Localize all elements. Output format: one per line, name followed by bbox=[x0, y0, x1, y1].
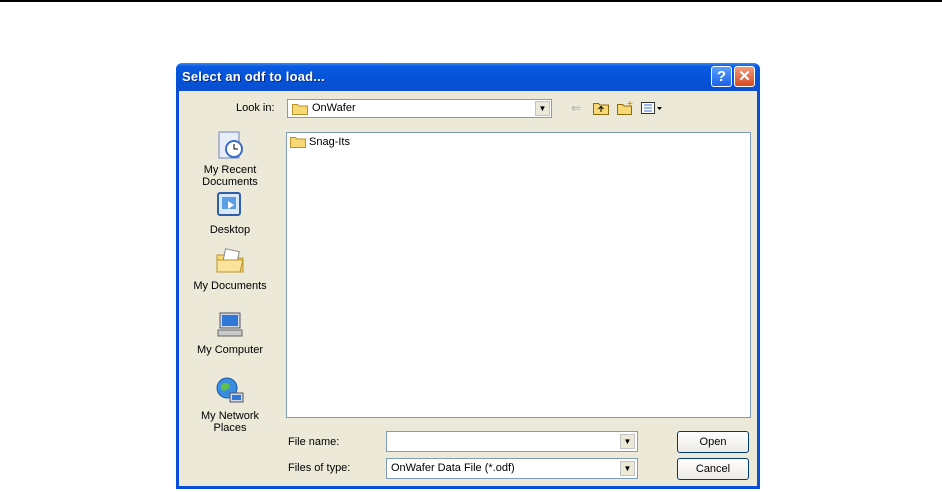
folder-icon bbox=[292, 104, 308, 115]
place-label-line2: Places bbox=[213, 422, 247, 434]
place-my-recent-documents[interactable]: My Recent Documents bbox=[185, 129, 275, 188]
my-documents-icon bbox=[216, 248, 244, 273]
network-places-icon bbox=[216, 377, 244, 403]
cancel-button[interactable]: Cancel bbox=[677, 458, 749, 480]
look-in-value: OnWafer bbox=[312, 102, 356, 114]
views-menu-icon[interactable] bbox=[641, 101, 663, 118]
title-bar: Select an odf to load... ? ✕ bbox=[176, 63, 760, 91]
place-my-network-places[interactable]: My Network Places bbox=[185, 375, 275, 434]
place-desktop[interactable]: Desktop bbox=[185, 189, 275, 236]
file-item-name: Snag-Its bbox=[309, 136, 350, 148]
folder-icon bbox=[290, 137, 306, 148]
list-item-folder[interactable]: Snag-Its bbox=[290, 136, 350, 148]
dialog-client-area: Look in: OnWafer ▼ ⇐ My Recent Documents… bbox=[179, 91, 757, 486]
dialog-title: Select an odf to load... bbox=[182, 69, 325, 84]
open-file-dialog: Select an odf to load... ? ✕ Look in: On… bbox=[176, 63, 760, 489]
back-arrow-icon[interactable]: ⇐ bbox=[571, 101, 581, 115]
file-type-dropdown[interactable]: OnWafer Data File (*.odf) ▼ bbox=[386, 458, 638, 479]
place-label-line1: Desktop bbox=[209, 224, 251, 236]
look-in-label: Look in: bbox=[236, 102, 275, 114]
help-button[interactable]: ? bbox=[711, 66, 732, 87]
file-name-dropdown-button[interactable]: ▼ bbox=[620, 434, 635, 449]
file-name-label: File name: bbox=[288, 436, 340, 448]
place-label-line1: My Documents bbox=[193, 280, 267, 292]
place-label-line2: Documents bbox=[202, 176, 258, 188]
close-button[interactable]: ✕ bbox=[734, 66, 755, 87]
file-type-label: Files of type: bbox=[288, 462, 351, 474]
look-in-dropdown-button[interactable]: ▼ bbox=[535, 101, 550, 116]
place-label-line1: My Computer bbox=[196, 344, 264, 356]
file-name-input[interactable]: ▼ bbox=[386, 431, 638, 452]
my-computer-icon bbox=[217, 312, 243, 337]
up-one-level-icon[interactable] bbox=[593, 101, 609, 118]
recent-documents-icon bbox=[218, 131, 243, 159]
desktop-icon bbox=[217, 192, 241, 216]
place-my-documents[interactable]: My Documents bbox=[185, 245, 275, 292]
top-divider bbox=[0, 0, 942, 2]
place-label-line1: My Recent bbox=[203, 164, 257, 176]
place-my-computer[interactable]: My Computer bbox=[185, 309, 275, 356]
look-in-dropdown[interactable]: OnWafer ▼ bbox=[287, 99, 552, 118]
new-folder-icon[interactable] bbox=[617, 101, 635, 118]
open-button[interactable]: Open bbox=[677, 431, 749, 453]
file-type-value: OnWafer Data File (*.odf) bbox=[391, 462, 515, 474]
file-type-dropdown-button[interactable]: ▼ bbox=[620, 461, 635, 476]
file-list[interactable]: Snag-Its bbox=[286, 132, 751, 418]
place-label-line1: My Network bbox=[200, 410, 260, 422]
